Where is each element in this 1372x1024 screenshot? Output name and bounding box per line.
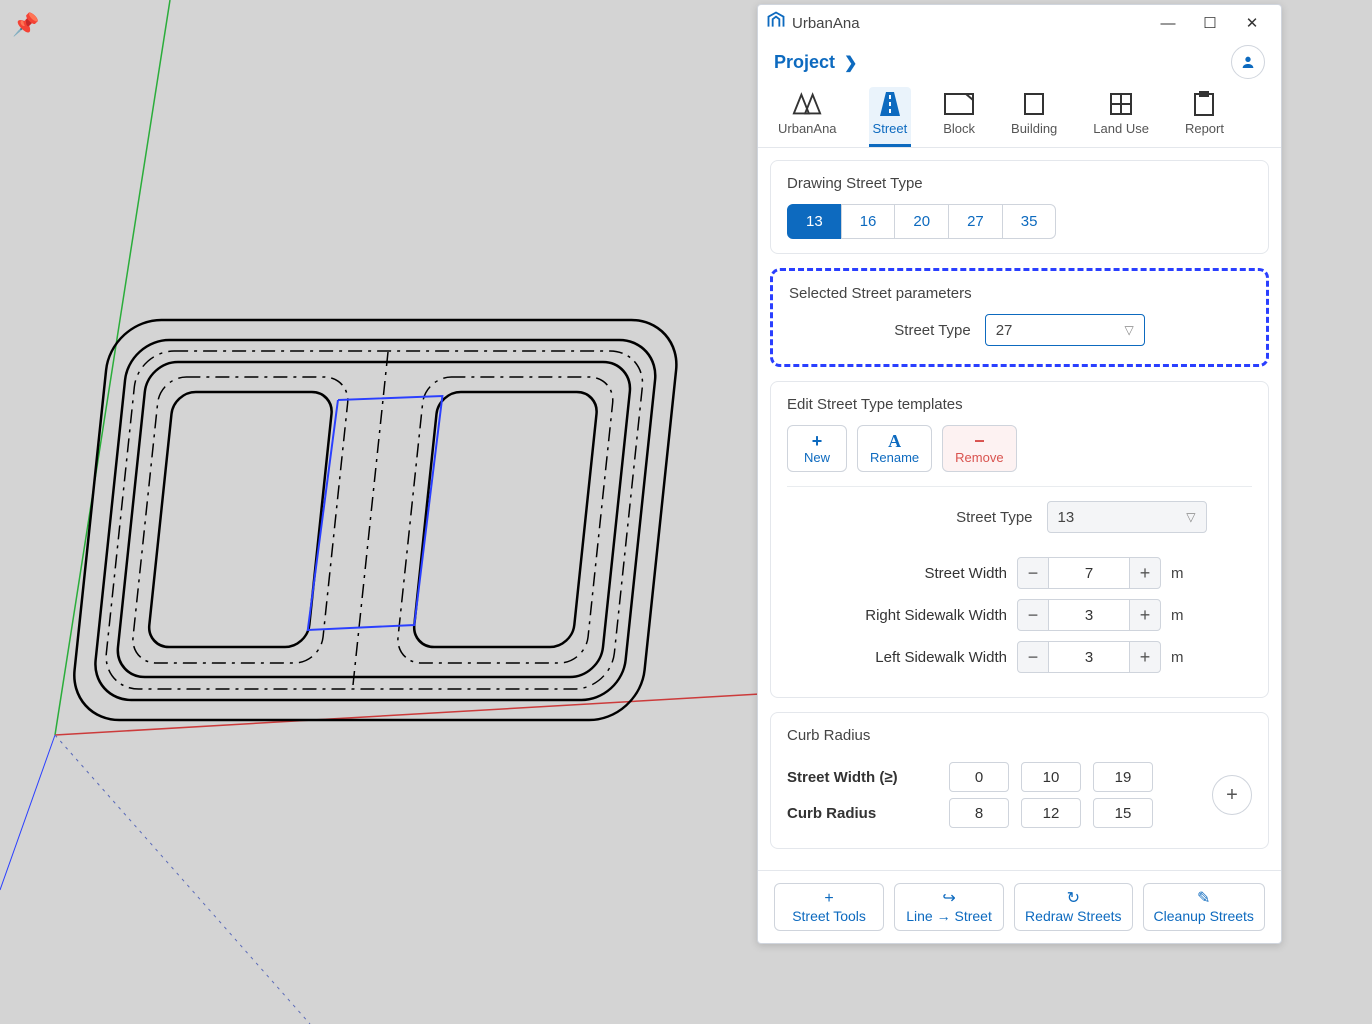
street-type-label: Street Type [894,322,970,339]
redraw-streets-button[interactable]: ↻Redraw Streets [1014,883,1132,931]
block-icon [944,91,974,117]
landuse-icon [1106,91,1136,117]
stepper-value[interactable]: 3 [1049,599,1129,631]
left-sidewalk-stepper: − 3 + [1017,641,1161,673]
app-logo-icon [766,10,786,36]
chevron-down-icon: ▽ [1186,510,1195,524]
curb-width-cell[interactable]: 19 [1093,762,1153,792]
curb-radius-cell[interactable]: 8 [949,798,1009,828]
unit-label: m [1171,649,1184,666]
street-type-segmented: 13 16 20 27 35 [787,204,1252,239]
street-icon [875,91,905,117]
select-value: 13 [1058,509,1075,526]
tab-label: Land Use [1093,121,1149,136]
street-type-option[interactable]: 27 [948,204,1003,239]
curb-width-cell[interactable]: 10 [1021,762,1081,792]
report-icon [1189,91,1219,117]
unit-label: m [1171,607,1184,624]
curb-radius-card: Curb Radius Street Width (≥) 0 10 19 Cur… [770,712,1269,849]
window-minimize-button[interactable]: ― [1147,6,1189,40]
street-type-option[interactable]: 16 [841,204,896,239]
edit-street-type-select[interactable]: 13 ▽ [1047,501,1207,533]
breadcrumb[interactable]: Project ❯ [774,52,857,73]
selected-street-type-select[interactable]: 27 ▽ [985,314,1145,346]
rename-template-button[interactable]: ARename [857,425,932,472]
street-tools-button[interactable]: +Street Tools [774,883,884,931]
user-account-button[interactable] [1231,45,1265,79]
increment-button[interactable]: + [1129,599,1161,631]
edit-street-type-label: Street Type [833,509,1033,526]
chevron-right-icon: ❯ [844,55,857,72]
right-sidewalk-stepper: − 3 + [1017,599,1161,631]
card-title: Edit Street Type templates [787,396,1252,413]
card-title: Selected Street parameters [789,285,1250,302]
tab-label: Street [873,121,908,136]
line-to-street-button[interactable]: ↪Line → Street [894,883,1004,931]
increment-button[interactable]: + [1129,557,1161,589]
param-label: Left Sidewalk Width [787,649,1007,666]
nav-tabs: UrbanAna Street Block Building Land Use … [758,87,1281,148]
curb-width-cell[interactable]: 0 [949,762,1009,792]
card-title: Curb Radius [787,727,1252,744]
curb-radius-cell[interactable]: 15 [1093,798,1153,828]
street-type-option[interactable]: 35 [1002,204,1057,239]
breadcrumb-label: Project [774,52,835,72]
street-width-threshold-label: Street Width (≥) [787,769,937,786]
add-curb-column-button[interactable]: + [1212,775,1252,815]
unit-label: m [1171,565,1184,582]
building-icon [1019,91,1049,117]
drawing-street-type-card: Drawing Street Type 13 16 20 27 35 [770,160,1269,254]
curb-radius-cell[interactable]: 12 [1021,798,1081,828]
tab-landuse[interactable]: Land Use [1089,87,1153,147]
urbanana-icon [792,91,822,117]
edit-street-type-card: Edit Street Type templates +New ARename … [770,381,1269,698]
increment-button[interactable]: + [1129,641,1161,673]
decrement-button[interactable]: − [1017,641,1049,673]
tab-label: Building [1011,121,1057,136]
tab-block[interactable]: Block [939,87,979,147]
street-width-stepper: − 7 + [1017,557,1161,589]
card-title: Drawing Street Type [787,175,1252,192]
chevron-down-icon: ▽ [1124,323,1133,337]
param-label: Right Sidewalk Width [787,607,1007,624]
window-close-button[interactable]: ✕ [1231,6,1273,40]
tab-building[interactable]: Building [1007,87,1061,147]
tab-urbanana[interactable]: UrbanAna [774,87,841,147]
street-type-option[interactable]: 20 [894,204,949,239]
tab-label: Block [943,121,975,136]
selected-street-parameters-card: Selected Street parameters Street Type 2… [770,268,1269,367]
stepper-value[interactable]: 3 [1049,641,1129,673]
cleanup-streets-button[interactable]: ✎Cleanup Streets [1143,883,1265,931]
app-title: UrbanAna [792,15,1147,32]
stepper-value[interactable]: 7 [1049,557,1129,589]
panel-footer: +Street Tools ↪Line → Street ↻Redraw Str… [758,870,1281,943]
new-template-button[interactable]: +New [787,425,847,472]
decrement-button[interactable]: − [1017,599,1049,631]
street-type-option[interactable]: 13 [787,204,842,239]
decrement-button[interactable]: − [1017,557,1049,589]
tab-street[interactable]: Street [869,87,912,147]
select-value: 27 [996,322,1013,339]
param-label: Street Width [787,565,1007,582]
curb-radius-label: Curb Radius [787,805,937,822]
tab-report[interactable]: Report [1181,87,1228,147]
titlebar: UrbanAna ― ☐ ✕ [758,5,1281,41]
tab-label: UrbanAna [778,121,837,136]
tab-label: Report [1185,121,1224,136]
urbanana-panel: UrbanAna ― ☐ ✕ Project ❯ UrbanAna Street… [757,4,1282,944]
window-maximize-button[interactable]: ☐ [1189,6,1231,40]
remove-template-button[interactable]: −Remove [942,425,1016,472]
